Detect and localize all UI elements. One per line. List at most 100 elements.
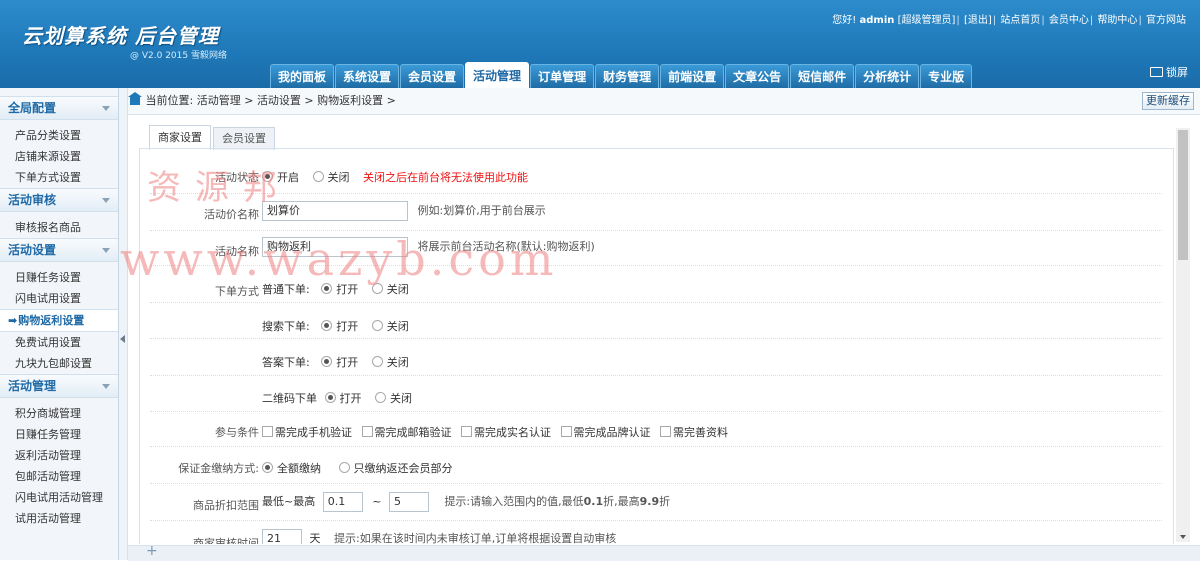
refresh-cache-button[interactable]: 更新缓存 xyxy=(1142,92,1194,110)
member-center-link[interactable]: 会员中心 xyxy=(1049,15,1089,26)
sidebar-item-order-mode[interactable]: 下单方式设置 xyxy=(0,167,118,188)
tab-merchant-settings[interactable]: 商家设置 xyxy=(149,125,211,150)
realname-verify-checkbox[interactable] xyxy=(461,426,472,437)
condition-label: 需完成实名认证 xyxy=(474,426,551,439)
close-label: 关闭 xyxy=(390,392,412,405)
sidebar-item-free-trial-settings[interactable]: 免费试用设置 xyxy=(0,332,118,353)
breadcrumb-item[interactable]: 活动设置 xyxy=(257,94,301,107)
brand-verify-checkbox[interactable] xyxy=(560,426,572,437)
discount-label: 商品折扣范围 xyxy=(193,499,259,512)
tab-member-settings[interactable]: 会员设置 xyxy=(213,127,275,150)
deposit-partial-radio[interactable] xyxy=(338,462,350,473)
discount-field-group: 最低~最高 0.1 ~ 5 提示:请输入范围内的值,最低0.1折,最高9.9折 xyxy=(262,492,670,512)
nav-tab-articles[interactable]: 文章公告 xyxy=(725,64,790,88)
sidebar-toggle[interactable] xyxy=(119,88,128,560)
chevron-down-icon xyxy=(102,106,110,111)
nav-tab-sms-email[interactable]: 短信邮件 xyxy=(790,64,855,88)
arrow-right-icon: ➡ xyxy=(8,314,18,327)
email-verify-checkbox[interactable] xyxy=(361,426,373,437)
watermark-url: www.wazyb.com xyxy=(120,232,558,286)
sidebar-item-shopping-rebate-settings[interactable]: ➡购物返利设置 xyxy=(0,309,118,332)
discount-min-input[interactable]: 0.1 xyxy=(322,492,363,512)
sidebar-item-daily-task-management[interactable]: 日赚任务管理 xyxy=(0,424,118,445)
nav-tab-frontend-settings[interactable]: 前端设置 xyxy=(660,64,725,88)
vertical-scrollbar[interactable] xyxy=(1176,128,1190,542)
scrollbar-thumb[interactable] xyxy=(1178,130,1188,260)
home-icon xyxy=(128,92,142,105)
plus-icon[interactable]: + xyxy=(146,543,158,559)
close-label: 关闭 xyxy=(386,356,409,369)
greeting: 您好! xyxy=(832,15,857,26)
close-label: 关闭 xyxy=(386,320,409,333)
top-links: 您好! admin [超级管理员]| [退出]| 站点首页| 会员中心| 帮助中… xyxy=(832,15,1186,26)
deposit-options: 全额缴纳 只缴纳返还会员部分 xyxy=(262,460,453,476)
discount-prefix: 最低~最高 xyxy=(262,495,316,508)
order-qrcode-open-radio[interactable] xyxy=(324,392,336,403)
form-row-order-mode-search: 搜索下单: 打开 关闭 xyxy=(150,303,1162,339)
sidebar-item-review-products[interactable]: 审核报名商品 xyxy=(0,217,118,238)
review-time-label: 商家审核时间 xyxy=(193,537,259,544)
form-row-order-mode-qrcode: 二维码下单 打开 关闭 xyxy=(150,376,1162,412)
order-search-close-radio[interactable] xyxy=(371,320,383,331)
nav-tab-dashboard[interactable]: 我的面板 xyxy=(270,64,335,88)
discount-max-input[interactable]: 5 xyxy=(388,492,429,512)
nav-tab-system-settings[interactable]: 系统设置 xyxy=(335,64,400,88)
nav-tab-finance-management[interactable]: 财务管理 xyxy=(595,64,660,88)
nav-tab-order-management[interactable]: 订单管理 xyxy=(530,64,595,88)
sidebar-item-points-mall[interactable]: 积分商城管理 xyxy=(0,403,118,424)
review-time-input[interactable]: 21 xyxy=(262,529,302,544)
user-role: [超级管理员] xyxy=(897,15,956,26)
official-site-link[interactable]: 官方网站 xyxy=(1146,15,1186,26)
nav-tab-pro[interactable]: 专业版 xyxy=(920,64,973,88)
deposit-full-radio[interactable] xyxy=(262,462,273,473)
sidebar-group-title: 全局配置 xyxy=(8,101,57,115)
sidebar-group-activity-management[interactable]: 活动管理 xyxy=(0,374,118,398)
form-row-deposit: 保证金缴纳方式: 全额缴纳 只缴纳返还会员部分 xyxy=(150,447,1162,484)
help-center-link[interactable]: 帮助中心 xyxy=(1097,15,1137,26)
status-off-radio[interactable] xyxy=(312,171,324,182)
sidebar-item-free-shipping-management[interactable]: 包邮活动管理 xyxy=(0,466,118,487)
order-search-open-radio[interactable] xyxy=(321,320,333,331)
sidebar-group-activity-settings[interactable]: 活动设置 xyxy=(0,238,118,262)
order-mode-answer-label: 答案下单: xyxy=(262,356,310,369)
phone-verify-checkbox[interactable] xyxy=(262,426,273,437)
form-row-review-time: 商家审核时间 21 天 提示:如果在该时间内未审核订单,订单将根据设置自动审核 xyxy=(150,521,1162,544)
sidebar-group-title: 活动审核 xyxy=(8,193,57,207)
nav-tab-member-settings[interactable]: 会员设置 xyxy=(400,64,465,88)
order-qrcode-close-radio[interactable] xyxy=(375,392,386,403)
nav-tab-activity-management[interactable]: 活动管理 xyxy=(465,62,530,88)
condition-label: 需完成邮箱验证 xyxy=(374,426,452,439)
status-off-label: 关闭 xyxy=(327,171,350,184)
review-time-unit: 天 xyxy=(309,532,321,544)
price-name-hint: 例如:划算价,用于前台展示 xyxy=(417,204,546,217)
sidebar-item-daily-task-settings[interactable]: 日赚任务设置 xyxy=(0,267,118,288)
sidebar-item-flash-trial-management[interactable]: 闪电试用活动管理 xyxy=(0,487,118,508)
lock-screen-button[interactable]: 锁屏 xyxy=(1150,64,1188,80)
discount-hint: 提示:请输入范围内的值,最低0.1折,最高9.9折 xyxy=(444,495,671,508)
nav-tab-analytics[interactable]: 分析统计 xyxy=(855,64,920,88)
breadcrumb-item[interactable]: 活动管理 xyxy=(197,94,241,107)
sidebar-item-product-category[interactable]: 产品分类设置 xyxy=(0,125,118,146)
watermark-text: 资源邦 xyxy=(147,168,291,208)
sidebar-group-global-config[interactable]: 全局配置 xyxy=(0,96,118,120)
sidebar-item-flash-trial-settings[interactable]: 闪电试用设置 xyxy=(0,288,118,309)
form-row-conditions: 参与条件 需完成手机验证 需完成邮箱验证 需完成实名认证 需完成品牌认证 需完善… xyxy=(150,412,1162,447)
form-row-price-name: 活动价名称 划算价 例如:划算价,用于前台展示 xyxy=(150,194,1162,231)
condition-label: 需完成手机验证 xyxy=(275,426,352,439)
site-home-link[interactable]: 站点首页 xyxy=(1000,15,1040,26)
sidebar-group-title: 活动管理 xyxy=(8,379,57,393)
sidebar-item-trial-management[interactable]: 试用活动管理 xyxy=(0,508,118,529)
order-answer-close-radio[interactable] xyxy=(371,356,383,367)
sidebar-item-rebate-management[interactable]: 返利活动管理 xyxy=(0,445,118,466)
settings-tabs: 商家设置 会员设置 xyxy=(149,125,277,150)
monitor-icon xyxy=(1150,67,1163,77)
scroll-down-icon[interactable] xyxy=(1180,535,1186,539)
order-answer-open-radio[interactable] xyxy=(321,356,333,367)
breadcrumb: 当前位置: 活动管理 > 活动设置 > 购物返利设置 > 更新缓存 xyxy=(128,88,1200,115)
sidebar-group-activity-review[interactable]: 活动审核 xyxy=(0,188,118,212)
discount-separator: ~ xyxy=(372,495,382,508)
profile-complete-checkbox[interactable] xyxy=(660,426,671,437)
logout-link[interactable]: [退出] xyxy=(964,15,992,26)
sidebar-item-free-shipping-settings[interactable]: 九块九包邮设置 xyxy=(0,353,118,374)
sidebar-item-shop-source[interactable]: 店铺来源设置 xyxy=(0,146,118,167)
